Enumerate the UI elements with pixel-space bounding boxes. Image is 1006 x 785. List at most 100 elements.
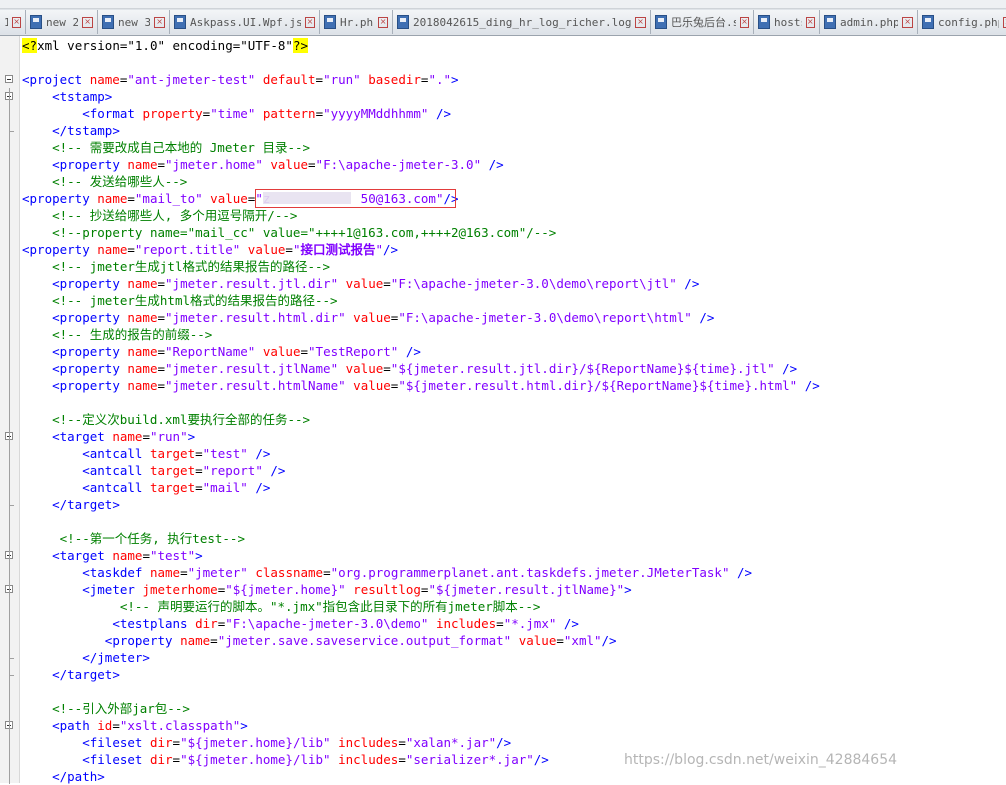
tab-label: admin.php [840, 15, 899, 29]
code-token: > [187, 429, 196, 444]
code-line: <!-- 需要改成自己本地的 Jmeter 目录--> [22, 139, 310, 156]
document-tab[interactable]: 1× [0, 10, 26, 34]
document-tab-bar: 1×new 2×new 3×Askpass.UI.Wpf.json×Hr.php… [0, 9, 1006, 36]
close-tab-icon[interactable]: × [635, 16, 646, 28]
document-tab[interactable]: new 3 × [98, 10, 170, 34]
code-token: classname [247, 565, 324, 580]
code-token: "xml" [563, 633, 602, 648]
close-tab-icon[interactable]: × [805, 16, 815, 28]
fold-end-mark [9, 131, 14, 132]
code-token: = [315, 72, 324, 87]
code-token: /> [533, 752, 549, 767]
close-tab-icon[interactable]: × [154, 16, 165, 28]
code-token: > [624, 582, 632, 597]
code-token: target [149, 446, 196, 461]
code-line: </target> [22, 496, 120, 513]
code-token: = [195, 463, 203, 478]
code-token: ?> [292, 38, 308, 53]
code-token: "F:\apache-jmeter-3.0\demo\report\html" [398, 310, 692, 325]
close-tab-icon[interactable]: × [739, 16, 749, 28]
code-token: dir [195, 616, 218, 631]
code-token: <fileset [82, 752, 150, 767]
code-token: > [451, 72, 459, 87]
code-token: name [112, 548, 143, 563]
code-token: value [255, 344, 301, 359]
code-token: name [97, 242, 128, 257]
toolbar-strip [0, 0, 1006, 9]
code-token: "jmeter.save.saveservice.output_format" [217, 633, 512, 648]
document-tab[interactable]: new 2 × [26, 10, 98, 34]
code-token: "${jmeter.result.jtlName}" [428, 582, 625, 597]
document-tab[interactable]: admin.php × [820, 10, 918, 34]
code-token: default [255, 72, 316, 87]
code-line: <path id="xslt.classpath"> [22, 717, 248, 734]
code-editor[interactable]: <?xml version="1.0" encoding="UTF-8"?> <p… [0, 36, 1006, 784]
code-token: /> [774, 361, 798, 376]
code-token: = [157, 378, 166, 393]
code-token: = [285, 242, 293, 257]
code-token: = [383, 276, 391, 291]
code-token: "*.jmx" [503, 616, 557, 631]
code-token: = [172, 752, 181, 767]
document-tab[interactable]: Askpass.UI.Wpf.json × [170, 10, 320, 34]
code-token: "jmeter.result.htmlName" [165, 378, 346, 393]
code-token: "F:\apache-jmeter-3.0" [315, 157, 482, 172]
code-token: <taskdef [82, 565, 150, 580]
code-token: <path [52, 718, 98, 733]
code-token: = [127, 191, 135, 206]
code-line: <testplans dir = "F:\apache-jmeter-3.0\dem… [22, 615, 579, 632]
code-line: <property name="jmeter.result.jtl.dir" v… [22, 275, 699, 292]
code-token: value [345, 378, 391, 393]
code-token: > [195, 548, 203, 563]
code-token: "ReportName" [165, 344, 256, 359]
code-token: "run" [149, 429, 188, 444]
code-token: <property [52, 378, 128, 393]
code-token: "mail_to" [134, 191, 203, 206]
code-token: pattern [255, 106, 316, 121]
code-token: "jmeter.result.html.dir" [165, 310, 346, 325]
document-tab[interactable]: config.php× [918, 10, 1006, 34]
close-tab-icon[interactable]: × [82, 16, 93, 28]
code-line: <!--第一个任务, 执行test--> [22, 530, 245, 547]
code-line: <!-- jmeter生成html格式的结果报告的路径--> [22, 292, 337, 309]
code-token: /> [262, 463, 286, 478]
code-token: = [157, 361, 166, 376]
code-token: <jmeter [82, 582, 143, 597]
document-tab[interactable]: hosts× [754, 10, 820, 34]
document-tab[interactable]: 巴乐兔后台.sql× [651, 10, 754, 34]
code-token: "serializer*.jar" [405, 752, 534, 767]
code-line: <fileset dir="${jmeter.home}/lib" includ… [22, 734, 511, 751]
code-token: = [157, 344, 166, 359]
code-token: = [383, 361, 391, 376]
code-token: jmeterhome [142, 582, 218, 597]
code-token: "jmeter.home" [165, 157, 263, 172]
code-line: <!--引入外部jar包--> [22, 700, 190, 717]
code-token: = [172, 735, 181, 750]
code-token: = [210, 633, 218, 648]
document-tab[interactable]: Hr.php × [320, 10, 393, 34]
code-token: </target> [52, 497, 120, 512]
code-token: = [556, 633, 564, 648]
fold-toggle-icon[interactable] [5, 75, 13, 83]
close-tab-icon[interactable]: × [305, 16, 315, 28]
code-token: <antcall [82, 463, 150, 478]
code-token: resultlog [345, 582, 421, 597]
close-tab-icon[interactable]: × [902, 16, 913, 28]
code-line: <property name="jmeter.home" value="F:\a… [22, 156, 504, 173]
close-tab-icon[interactable]: × [378, 16, 388, 28]
watermark: https://blog.csdn.net/weixin_42884654 [624, 752, 898, 768]
code-token: "jmeter" [187, 565, 248, 580]
close-tab-icon[interactable]: × [12, 16, 21, 28]
code-token: <? [22, 38, 38, 53]
document-tab[interactable]: 2018042615_ding_hr_log_richer.log × [393, 10, 651, 34]
file-saved-icon [324, 15, 336, 29]
